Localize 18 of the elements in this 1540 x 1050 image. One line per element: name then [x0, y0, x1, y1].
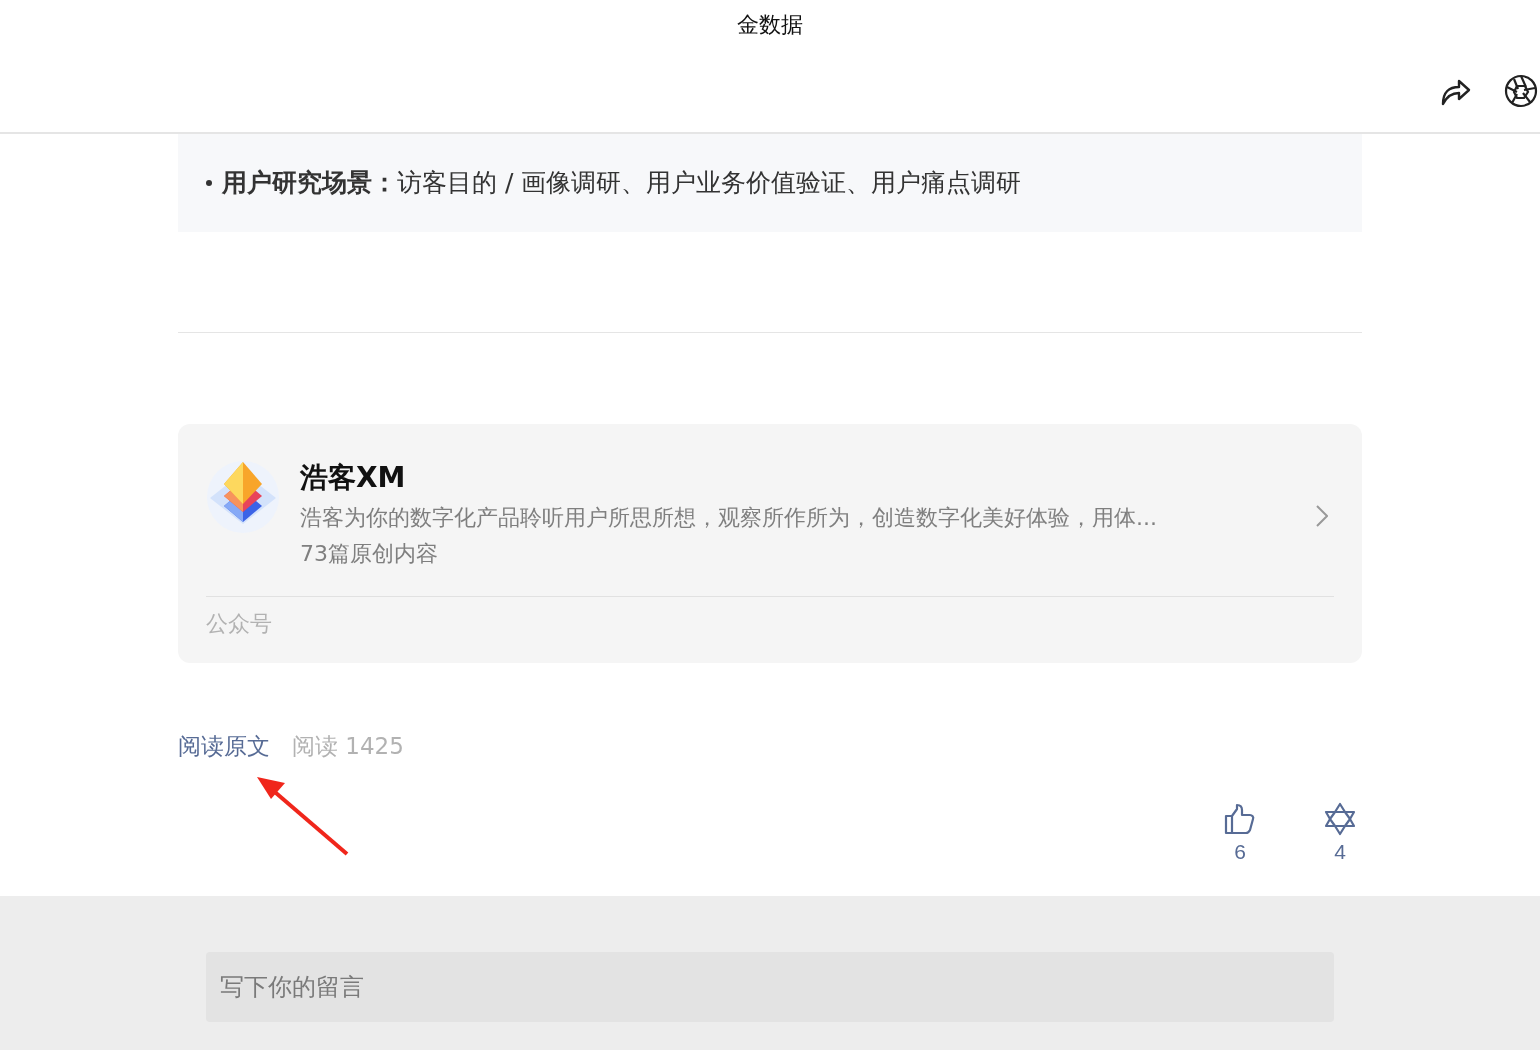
aperture-icon[interactable] — [1504, 74, 1538, 108]
account-type-label: 公众号 — [206, 610, 273, 638]
chevron-right-icon — [1316, 505, 1328, 527]
read-count: 阅读 1425 — [292, 732, 404, 761]
comment-field[interactable]: 写下你的留言 — [206, 952, 1334, 1022]
bullet-icon — [206, 180, 212, 186]
bullet-text: 用户研究场景：访客目的 / 画像调研、用户业务价值验证、用户痛点调研 — [222, 167, 1022, 199]
article-count: 73篇原创内容 — [300, 540, 439, 568]
window-title: 金数据 — [736, 11, 804, 39]
account-description: 浩客为你的数字化产品聆听用户所思所想，观察所作所为，创造数字化美好体验，用体... — [300, 504, 1158, 532]
account-card[interactable]: 浩客XM 浩客为你的数字化产品聆听用户所思所想，观察所作所为，创造数字化美好体验，用体... 73篇原创内容 公众号 — [178, 424, 1362, 663]
layers-logo-icon — [206, 460, 280, 534]
reaction-button[interactable]: 6 — [1220, 802, 1260, 864]
account-name: 浩客XM — [300, 460, 407, 496]
thumbs-up-icon — [1223, 802, 1257, 836]
read-original-link[interactable]: 阅读原文 — [178, 731, 270, 762]
reaction-button[interactable]: 4 — [1320, 802, 1360, 864]
star-icon — [1323, 802, 1357, 836]
